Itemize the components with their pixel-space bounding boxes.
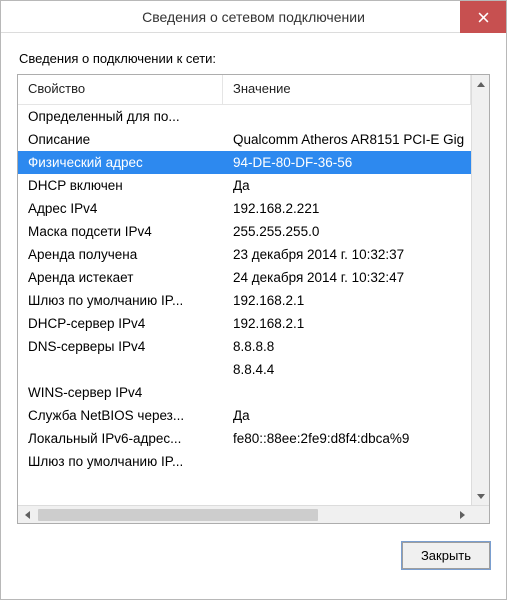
close-button[interactable]: Закрыть xyxy=(402,542,490,569)
cell-value: 23 декабря 2014 г. 10:32:37 xyxy=(223,245,471,264)
table-row[interactable]: Маска подсети IPv4255.255.255.0 xyxy=(18,220,471,243)
column-header-value[interactable]: Значение xyxy=(223,75,471,104)
dialog-content: Сведения о подключении к сети: Свойство … xyxy=(1,33,506,599)
cell-value: 192.168.2.221 xyxy=(223,199,471,218)
cell-property: Адрес IPv4 xyxy=(18,199,223,218)
scroll-left-arrow-icon[interactable] xyxy=(18,506,36,523)
cell-value: Да xyxy=(223,406,471,425)
table-row[interactable]: 8.8.4.4 xyxy=(18,358,471,381)
list-rows: Определенный для по... ОписаниеQualcomm A… xyxy=(18,105,471,473)
cell-value: 255.255.255.0 xyxy=(223,222,471,241)
table-row[interactable]: Шлюз по умолчанию IP...192.168.2.1 xyxy=(18,289,471,312)
table-row[interactable]: Определенный для по... xyxy=(18,105,471,128)
cell-property: DHCP включен xyxy=(18,176,223,195)
cell-value: 8.8.8.8 xyxy=(223,337,471,356)
cell-property: Аренда истекает xyxy=(18,268,223,287)
cell-property: Шлюз по умолчанию IP... xyxy=(18,291,223,310)
cell-value xyxy=(223,391,471,395)
table-row[interactable]: Служба NetBIOS через...Да xyxy=(18,404,471,427)
vertical-scrollbar[interactable] xyxy=(471,75,489,505)
table-row[interactable]: DNS-серверы IPv48.8.8.8 xyxy=(18,335,471,358)
hscroll-thumb[interactable] xyxy=(38,509,318,521)
close-icon xyxy=(478,12,489,23)
scrollbar-corner xyxy=(471,506,489,523)
dialog-window: Сведения о сетевом подключении Сведения … xyxy=(0,0,507,600)
vscroll-track[interactable] xyxy=(472,93,489,487)
cell-property: Физический адрес xyxy=(18,153,223,172)
cell-value xyxy=(223,115,471,119)
cell-value: Qualcomm Atheros AR8151 PCI-E Gig xyxy=(223,130,471,149)
window-title: Сведения о сетевом подключении xyxy=(1,9,506,25)
cell-value: Да xyxy=(223,176,471,195)
cell-property: Локальный IPv6-адрес... xyxy=(18,429,223,448)
list-scroll-wrap: Свойство Значение Определенный для по...… xyxy=(18,75,489,505)
cell-property: Маска подсети IPv4 xyxy=(18,222,223,241)
cell-property: Служба NetBIOS через... xyxy=(18,406,223,425)
section-label: Сведения о подключении к сети: xyxy=(19,51,490,66)
cell-value: fe80::88ee:2fe9:d8f4:dbca%9 xyxy=(223,429,471,448)
cell-property: Шлюз по умолчанию IP... xyxy=(18,452,223,471)
cell-value xyxy=(223,460,471,464)
table-row[interactable]: Шлюз по умолчанию IP... xyxy=(18,450,471,473)
cell-value: 8.8.4.4 xyxy=(223,360,471,379)
scroll-up-arrow-icon[interactable] xyxy=(472,75,489,93)
cell-property: DNS-серверы IPv4 xyxy=(18,337,223,356)
cell-value: 94-DE-80-DF-36-56 xyxy=(223,153,471,172)
table-row[interactable]: Физический адрес94-DE-80-DF-36-56 xyxy=(18,151,471,174)
list-body: Свойство Значение Определенный для по...… xyxy=(18,75,471,505)
cell-property: Описание xyxy=(18,130,223,149)
cell-property: Аренда получена xyxy=(18,245,223,264)
table-row[interactable]: Аренда получена23 декабря 2014 г. 10:32:… xyxy=(18,243,471,266)
cell-property: WINS-сервер IPv4 xyxy=(18,383,223,402)
scroll-right-arrow-icon[interactable] xyxy=(453,506,471,523)
list-header: Свойство Значение xyxy=(18,75,471,105)
table-row[interactable]: ОписаниеQualcomm Atheros AR8151 PCI-E Gi… xyxy=(18,128,471,151)
dialog-button-row: Закрыть xyxy=(17,524,490,569)
details-listbox: Свойство Значение Определенный для по...… xyxy=(17,74,490,524)
table-row[interactable]: DHCP-сервер IPv4192.168.2.1 xyxy=(18,312,471,335)
table-row[interactable]: DHCP включенДа xyxy=(18,174,471,197)
column-header-property[interactable]: Свойство xyxy=(18,75,223,104)
table-row[interactable]: Адрес IPv4192.168.2.221 xyxy=(18,197,471,220)
hscroll-track[interactable] xyxy=(36,506,453,523)
close-window-button[interactable] xyxy=(460,1,506,33)
scroll-down-arrow-icon[interactable] xyxy=(472,487,489,505)
horizontal-scrollbar[interactable] xyxy=(18,505,489,523)
title-bar: Сведения о сетевом подключении xyxy=(1,1,506,33)
cell-property: Определенный для по... xyxy=(18,107,223,126)
cell-property: DHCP-сервер IPv4 xyxy=(18,314,223,333)
cell-property xyxy=(18,368,223,372)
cell-value: 192.168.2.1 xyxy=(223,314,471,333)
cell-value: 192.168.2.1 xyxy=(223,291,471,310)
table-row[interactable]: WINS-сервер IPv4 xyxy=(18,381,471,404)
table-row[interactable]: Аренда истекает24 декабря 2014 г. 10:32:… xyxy=(18,266,471,289)
table-row[interactable]: Локальный IPv6-адрес...fe80::88ee:2fe9:d… xyxy=(18,427,471,450)
cell-value: 24 декабря 2014 г. 10:32:47 xyxy=(223,268,471,287)
